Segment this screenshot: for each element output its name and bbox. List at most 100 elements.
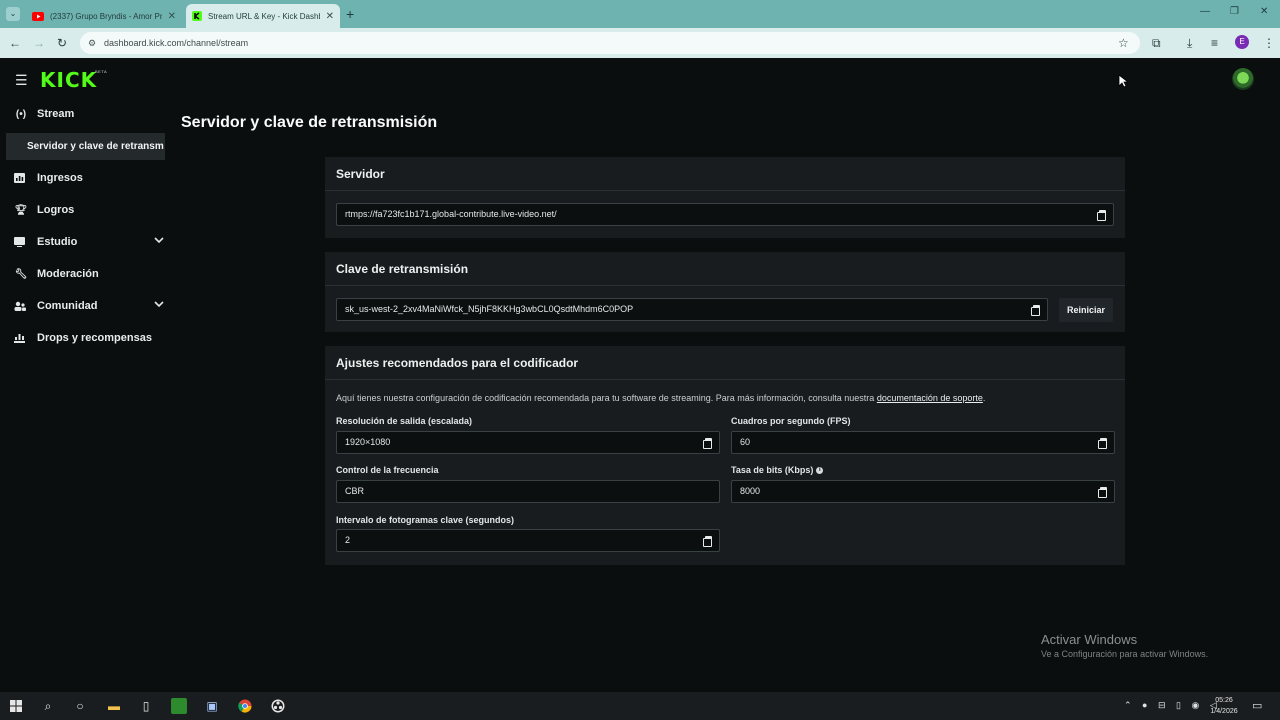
bookmark-star-icon[interactable]: ☆ <box>1118 36 1129 50</box>
sidebar-item-moderacion[interactable]: 🔧︎ Moderación <box>14 265 164 283</box>
download-icon[interactable]: ⤓ <box>1187 36 1192 50</box>
fps-label: Cuadros por segundo (FPS) <box>731 416 851 426</box>
chevron-down-icon[interactable] <box>154 300 164 308</box>
close-tab-icon[interactable]: ✕ <box>326 11 334 22</box>
sidebar-item-comunidad[interactable]: Comunidad <box>14 297 164 315</box>
keyframe-label: Intervalo de fotogramas clave (segundos) <box>336 515 515 525</box>
file-explorer-icon[interactable]: ▬ <box>106 698 122 714</box>
clock-time: 05:26 <box>1215 697 1233 704</box>
activation-watermark-title: Activar Windows <box>1041 632 1138 647</box>
sidebar-item-stream[interactable]: (•) Stream <box>14 105 164 123</box>
studio-icon <box>14 237 28 247</box>
copy-icon[interactable] <box>1097 210 1106 221</box>
chrome-icon[interactable] <box>237 698 253 714</box>
rate-control-field[interactable]: CBR <box>336 480 720 503</box>
close-window-icon[interactable]: ✕ <box>1260 6 1268 17</box>
kick-dashboard: ☰ KICK BETA (•) Stream Servidor y clave … <box>0 58 1280 692</box>
server-url-value: rtmps://fa723fc1b171.global-contribute.l… <box>345 209 557 219</box>
copy-icon[interactable] <box>1098 438 1107 449</box>
kick-logo[interactable]: KICK <box>40 68 97 92</box>
close-tab-icon[interactable]: ✕ <box>168 11 176 22</box>
stream-key-heading: Clave de retransmisión <box>325 252 1125 286</box>
beta-badge: BETA <box>95 69 108 74</box>
sidebar-item-drops[interactable]: Drops y recompensas <box>14 329 164 347</box>
sidebar-item-label: Drops y recompensas <box>37 332 152 344</box>
windows-start-icon[interactable] <box>8 698 24 714</box>
bitrate-field[interactable]: 8000 <box>731 480 1115 503</box>
browser-tab-youtube[interactable]: (2337) Grupo Bryndis - Amor Pr ✕ <box>26 4 182 28</box>
sidebar-item-label: Estudio <box>37 236 78 248</box>
sidebar-item-ingresos[interactable]: Ingresos <box>14 169 164 187</box>
support-docs-link[interactable]: documentación de soporte <box>877 393 983 403</box>
rate-control-label: Control de la frecuencia <box>336 465 439 475</box>
copy-icon[interactable] <box>1098 487 1107 498</box>
new-tab-icon[interactable]: + <box>346 6 354 22</box>
restore-icon[interactable]: ❐ <box>1230 6 1239 17</box>
community-icon <box>14 301 28 311</box>
cortana-icon[interactable]: ○ <box>72 698 88 714</box>
stream-key-card: Clave de retransmisión sk_us-west-2_2xv4… <box>325 252 1125 332</box>
taskbar-clock[interactable]: 05:26 1/4/2026 <box>1204 695 1244 717</box>
notification-icon[interactable]: ▭ <box>1252 699 1262 712</box>
address-bar[interactable]: ⚙ dashboard.kick.com/channel/stream <box>80 32 1140 54</box>
page-title: Servidor y clave de retransmisión <box>181 114 438 131</box>
search-icon[interactable]: ⌕ <box>40 698 56 714</box>
forward-icon[interactable]: → <box>33 36 45 50</box>
sidebar-subitem-server-key[interactable]: Servidor y clave de retransm <box>6 133 165 160</box>
user-avatar[interactable] <box>1232 68 1254 90</box>
drops-icon <box>14 333 28 343</box>
reset-key-button[interactable]: Reiniciar <box>1059 298 1113 322</box>
keyframe-value: 2 <box>345 535 351 545</box>
sidebar-item-label: Logros <box>37 204 75 216</box>
rate-control-value: CBR <box>345 486 365 496</box>
minecraft-icon[interactable] <box>171 698 187 714</box>
stream-key-field[interactable]: sk_us-west-2_2xv4MaNiWfck_N5jhF8KKHg3wbC… <box>336 298 1048 321</box>
media-control-icon[interactable]: ≡ <box>1211 36 1218 50</box>
hamburger-menu-icon[interactable]: ☰ <box>15 72 28 89</box>
bar-chart-icon <box>14 173 28 183</box>
sidebar-item-logros[interactable]: 🏆︎ Logros <box>14 201 164 219</box>
sidebar-item-estudio[interactable]: Estudio <box>14 233 164 251</box>
resolution-value: 1920×1080 <box>345 437 391 447</box>
browser-toolbar: ← → ↻ ⚙ dashboard.kick.com/channel/strea… <box>0 28 1280 58</box>
resolution-field[interactable]: 1920×1080 <box>336 431 720 454</box>
encoder-description: Aquí tienes nuestra configuración de cod… <box>336 393 986 403</box>
copy-icon[interactable] <box>703 438 712 449</box>
url-text: dashboard.kick.com/channel/stream <box>104 38 249 48</box>
youtube-icon <box>32 11 44 21</box>
keyframe-field[interactable]: 2 <box>336 529 720 552</box>
minimize-icon[interactable]: — <box>1200 6 1210 17</box>
chevron-down-icon[interactable] <box>154 236 164 244</box>
site-info-icon[interactable]: ⚙ <box>88 32 96 54</box>
tab-list-dropdown-icon[interactable]: ⌄ <box>6 7 20 21</box>
bitrate-value: 8000 <box>740 486 761 496</box>
profile-avatar[interactable]: E <box>1235 35 1249 49</box>
reload-icon[interactable]: ↻ <box>57 36 67 50</box>
fps-field[interactable]: 60 <box>731 431 1115 454</box>
clock-date: 1/4/2026 <box>1210 708 1238 715</box>
info-icon[interactable]: i <box>816 467 824 475</box>
windows-taskbar: ⌕ ○ ▬ ▯ ▣ ⌃ ● ⊟ ▯ ◉ ◁ 05:26 1/4/2026 ▭ <box>0 692 1280 720</box>
copy-icon[interactable] <box>1031 305 1040 316</box>
broadcast-icon: (•) <box>15 108 27 120</box>
encoder-settings-card: Ajustes recomendados para el codificador… <box>325 346 1125 565</box>
server-card: Servidor rtmps://fa723fc1b171.global-con… <box>325 157 1125 238</box>
obs-icon[interactable] <box>270 698 286 714</box>
trophy-icon: 🏆︎ <box>14 204 28 216</box>
tab-title: Stream URL & Key - Kick Dashb <box>208 11 320 21</box>
bitrate-label: Tasa de bits (Kbps) i <box>731 465 824 475</box>
back-icon[interactable]: ← <box>9 36 21 50</box>
terminal-icon[interactable]: ▣ <box>204 698 220 714</box>
resolution-label: Resolución de salida (escalada) <box>336 416 473 426</box>
tab-title: (2337) Grupo Bryndis - Amor Pr <box>50 11 162 21</box>
server-heading: Servidor <box>325 157 1125 191</box>
browser-tab-kick[interactable]: Stream URL & Key - Kick Dashb ✕ <box>186 4 340 28</box>
sidebar-item-label: Moderación <box>37 268 99 280</box>
extensions-icon[interactable]: ⧉ <box>1152 36 1161 50</box>
sidebar-item-label: Comunidad <box>37 300 98 312</box>
kick-icon <box>192 11 202 21</box>
server-url-field[interactable]: rtmps://fa723fc1b171.global-contribute.l… <box>336 203 1114 226</box>
notepad-icon[interactable]: ▯ <box>138 698 154 714</box>
menu-kebab-icon[interactable]: ⋮ <box>1263 36 1275 50</box>
copy-icon[interactable] <box>703 536 712 547</box>
